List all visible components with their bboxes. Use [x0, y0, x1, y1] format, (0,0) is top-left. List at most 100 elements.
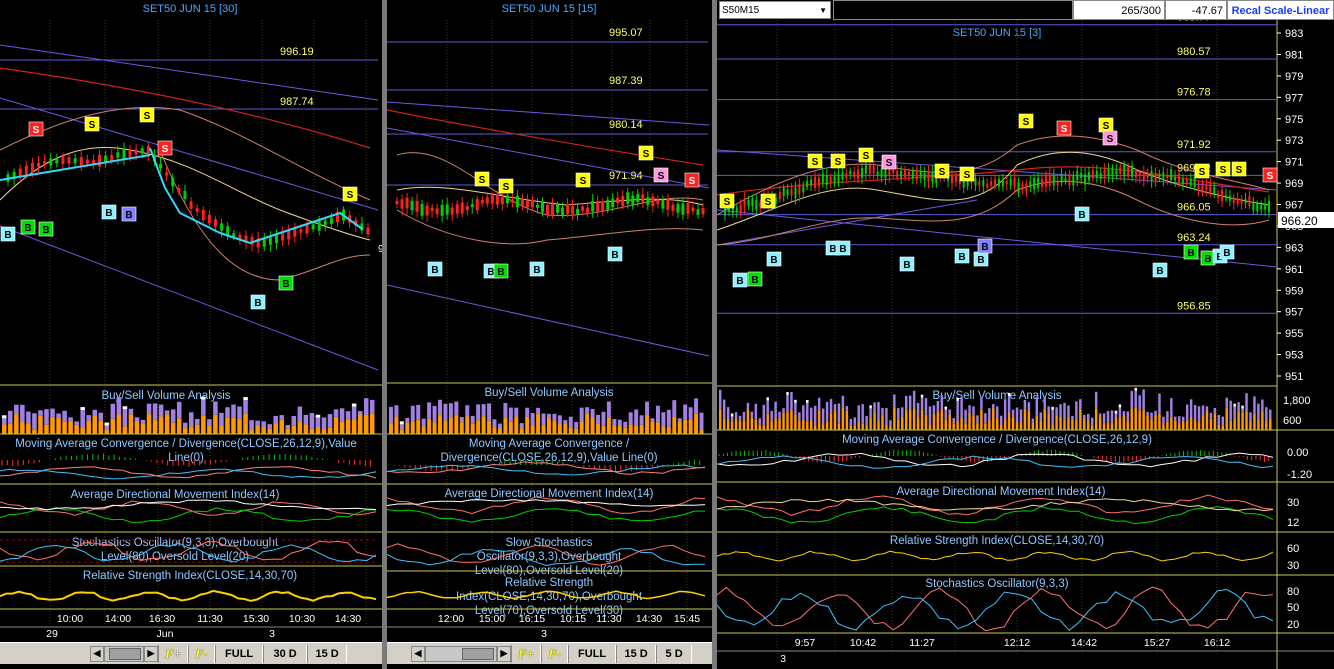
chart-panel-15[interactable]: SET50 JUN 15 [15] 995.07 987.39 980.14 971.9… — [387, 0, 712, 669]
volume-bar-sell — [14, 404, 19, 415]
candle-body — [395, 200, 399, 205]
candle-body — [911, 170, 914, 179]
scroll-left-arrow-icon[interactable]: ◀ — [411, 645, 425, 662]
candle-body — [868, 165, 871, 175]
candle-body — [201, 209, 205, 221]
volume-bar-mark — [399, 421, 404, 425]
candle-body — [535, 204, 539, 208]
full-button[interactable]: FULL — [568, 644, 617, 663]
volume-bar-sell — [1031, 418, 1035, 423]
volume-bar-sell — [802, 405, 805, 420]
volume-bar-sell — [1122, 411, 1126, 416]
candle-body — [1080, 172, 1083, 178]
zoom-out-button[interactable]: F- — [541, 644, 569, 663]
full-button[interactable]: FULL — [215, 644, 264, 663]
time-axis-label: 12:00 — [438, 613, 464, 625]
volume-bar-buy — [357, 414, 363, 434]
volume-bar-buy — [189, 426, 194, 434]
volume-bar-sell — [750, 411, 754, 418]
period-5d-button[interactable]: 5 D — [656, 644, 693, 663]
macd-axis-label: -1.20 — [1287, 469, 1312, 481]
chart-3-canvas[interactable]: SET50 JUN 15 [3] 983 981 979 977 975 973 971 969… — [717, 0, 1334, 669]
volume-bar-sell — [873, 402, 876, 413]
volume-bar-buy — [1039, 420, 1042, 430]
volume-bar-sell — [845, 406, 849, 411]
period-15d-button[interactable]: 15 D — [307, 644, 348, 663]
candle-body — [450, 207, 454, 215]
sell-signal-marker-letter: S — [724, 197, 731, 208]
chart-30-canvas[interactable]: SET50 JUN 15 [30]996.19987.74S SSSSBB BB BB… — [0, 0, 382, 645]
volume-bar-buy — [1047, 413, 1050, 430]
candle-body — [37, 162, 41, 168]
symbol-select[interactable]: S50M15 ▼ — [719, 1, 831, 19]
period-30d-button[interactable]: 30 D — [263, 644, 308, 663]
volume-bar-sell — [596, 414, 600, 424]
horizontal-scrollbar[interactable] — [425, 645, 497, 662]
chart-panel-3[interactable]: SET50 JUN 15 [3] 983 981 979 977 975 973 971 969… — [717, 0, 1334, 669]
candle-body — [661, 199, 665, 209]
volume-bar-sell — [1035, 396, 1039, 416]
recal-scale-button[interactable]: Recal Scale-Linear — [1227, 0, 1334, 20]
candle-body — [520, 199, 524, 207]
volume-bar-sell — [885, 407, 888, 426]
scroll-right-arrow-icon[interactable]: ▶ — [497, 645, 511, 662]
volume-bar-sell — [1162, 416, 1165, 425]
zoom-in-button[interactable]: F+ — [158, 644, 189, 663]
volume-bar-buy — [1142, 409, 1145, 430]
volume-bar-buy — [1245, 411, 1248, 430]
time-axis-label: 16:30 — [149, 613, 175, 625]
candle-body — [1123, 164, 1126, 177]
sell-signal-marker-letter: S — [886, 158, 893, 169]
volume-bar-buy — [1134, 407, 1137, 430]
sell-signal-marker-letter: S — [658, 171, 665, 182]
chart-panel-30[interactable]: SET50 JUN 15 [30] 996.19 987.74 S S S S S B B B B B B… — [0, 0, 382, 669]
candle-body — [671, 204, 675, 211]
buy-signal-marker-letter: B — [903, 260, 910, 271]
candle-body — [1154, 173, 1157, 182]
volume-bar-sell — [996, 406, 999, 419]
buy-signal-marker-letter: B — [751, 275, 758, 286]
volume-bar-sell — [699, 412, 704, 430]
sell-signal-marker-letter: S — [812, 157, 819, 168]
candle-body — [1041, 179, 1044, 187]
volume-bar-buy — [742, 420, 746, 430]
horizontal-scrollbar[interactable] — [104, 645, 144, 662]
chart-15-canvas[interactable]: SET50 JUN 15 [15] 995.07 987.39 980.14 971.9… — [387, 0, 712, 645]
volume-bar-buy — [628, 424, 633, 434]
volume-bar-buy — [1011, 416, 1015, 430]
volume-bar-sell — [968, 405, 971, 413]
scroll-thumb[interactable] — [462, 647, 494, 660]
panel-1-toolbar: ◀ ▶ F+ F- FULL 30 D 15 D — [0, 642, 382, 664]
volume-bar-buy — [897, 419, 900, 430]
volume-bar-mark — [80, 407, 85, 411]
zoom-in-button[interactable]: F+ — [511, 644, 542, 663]
time-axis-label: 11:30 — [596, 613, 622, 625]
period-15d-button[interactable]: 15 D — [616, 644, 657, 663]
volume-bar-mark — [944, 406, 948, 410]
volume-bar-mark — [1134, 387, 1137, 391]
scroll-left-arrow-icon[interactable]: ◀ — [90, 645, 104, 662]
volume-bar-sell — [481, 404, 486, 417]
volume-bar-buy — [960, 417, 963, 430]
volume-bar-sell — [1237, 402, 1240, 412]
volume-bar-sell — [339, 408, 345, 422]
sell-signal-marker-letter: S — [643, 149, 650, 160]
scroll-thumb[interactable] — [109, 647, 141, 660]
volume-bar-sell — [1154, 410, 1157, 416]
zoom-out-button[interactable]: F- — [188, 644, 216, 663]
y-axis-label: 959 — [1285, 285, 1303, 297]
adx-subchart-title: Average Directional Movement Index(14) — [445, 488, 654, 500]
volume-bar-buy — [315, 427, 321, 434]
volume-bar-buy — [948, 414, 951, 430]
volume-bar-sell — [273, 415, 278, 424]
volume-bar-buy — [574, 428, 579, 434]
candle-body — [1232, 198, 1235, 204]
volume-bar-sell — [877, 402, 880, 421]
sell-signal-marker-letter: S — [835, 157, 842, 168]
volume-bar-buy — [869, 417, 872, 430]
volume-bar-mark — [315, 414, 321, 418]
volume-bar-sell — [1221, 416, 1225, 426]
candle-body — [1185, 179, 1188, 183]
candle-body — [1166, 174, 1169, 179]
scroll-right-arrow-icon[interactable]: ▶ — [144, 645, 158, 662]
